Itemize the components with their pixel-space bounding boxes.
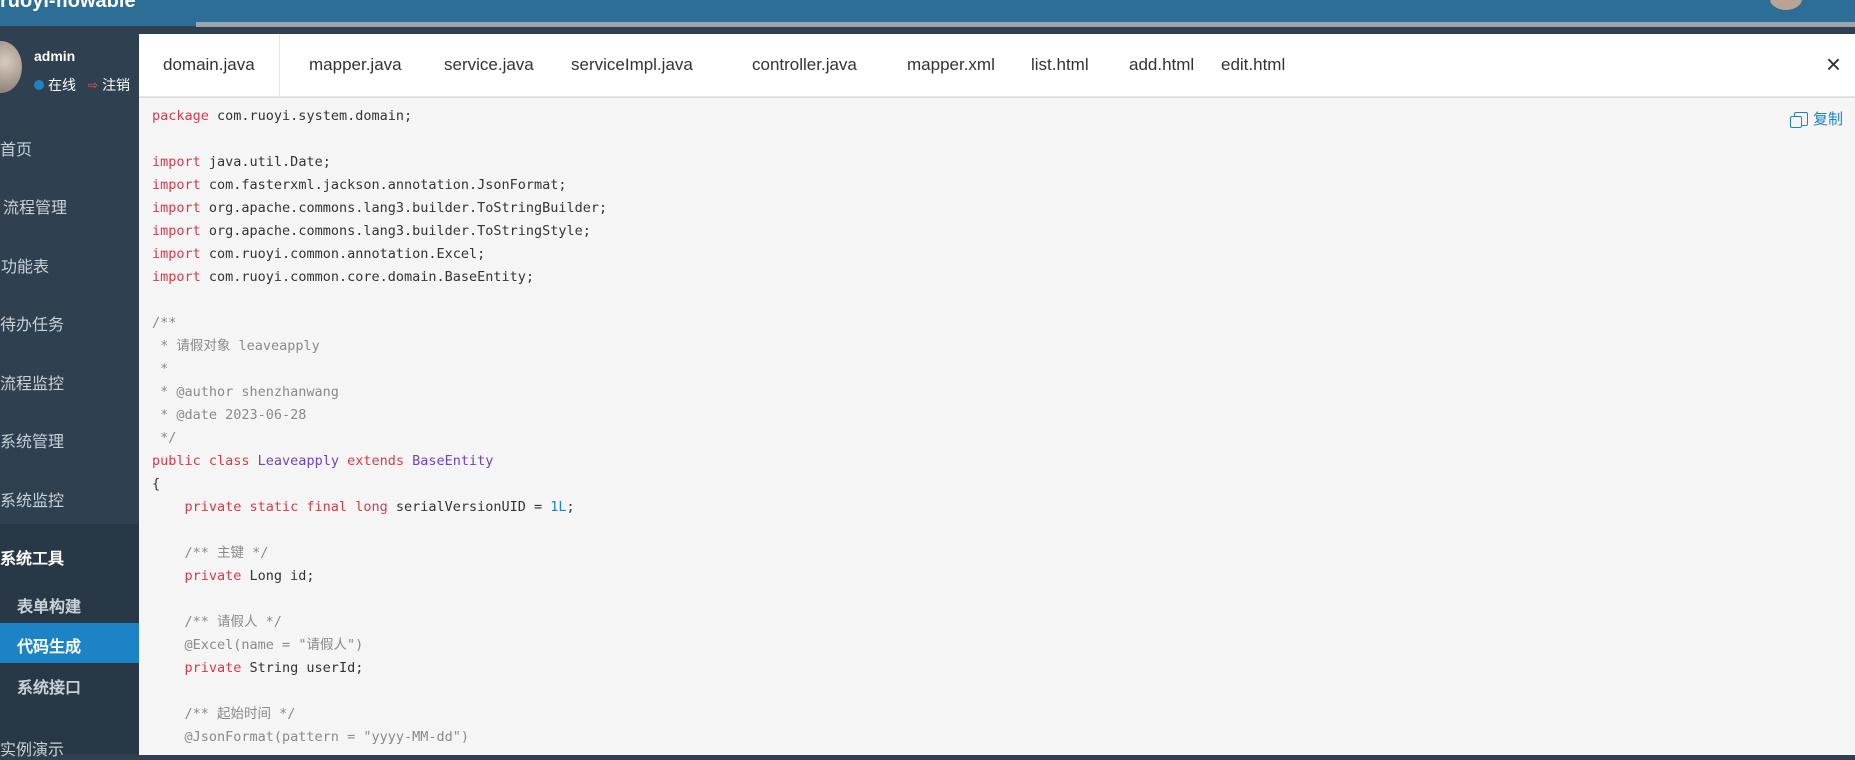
code-text: serialVersionUID =: [387, 499, 551, 515]
tab-list-html[interactable]: list.html: [1007, 34, 1113, 96]
code-text: com.fasterxml.jackson.annotation.JsonFor…: [200, 177, 567, 193]
code-keyword: private: [152, 568, 242, 584]
code-line: @JsonFormat(pattern = "yyyy-MM-dd"): [152, 726, 470, 749]
code-line: import com.fasterxml.jackson.annotation.…: [152, 174, 567, 197]
code-class-name: BaseEntity: [412, 453, 494, 469]
code-line: package com.ruoyi.system.domain;: [152, 105, 412, 128]
code-comment: * @author shenzhanwang: [152, 384, 339, 400]
sidebar-item-system-manage[interactable]: 系统管理: [0, 428, 64, 452]
code-line: private Long id;: [152, 565, 315, 588]
sidebar-item-feature-table[interactable]: 功能表: [1, 253, 49, 277]
logout-icon[interactable]: ⇨: [88, 78, 98, 92]
code-comment: /**: [152, 315, 177, 331]
status-label: 在线: [48, 77, 76, 93]
code-line: import com.ruoyi.common.annotation.Excel…: [152, 243, 485, 266]
code-comment: /** 主键 */: [152, 545, 269, 561]
code-keyword: public class: [152, 453, 258, 469]
sidebar-item-label: 代码生成: [17, 639, 82, 656]
code-keyword: extends: [338, 453, 413, 469]
code-line: @Excel(name = "请假人"): [152, 634, 364, 657]
code-text: Long id;: [241, 568, 315, 584]
code-comment: */: [152, 430, 177, 446]
code-line: public class Leaveapply extends BaseEnti…: [152, 450, 493, 473]
code-text: com.ruoyi.system.domain;: [208, 108, 413, 124]
avatar: [0, 41, 22, 93]
tab-mapper-xml[interactable]: mapper.xml: [883, 34, 1019, 96]
code-comment: /** 起始时间 */: [152, 706, 296, 722]
code-text: String userId;: [241, 660, 364, 676]
sidebar-item-form-builder[interactable]: 表单构建: [0, 583, 139, 623]
tab-serviceimpl-java[interactable]: serviceImpl.java: [547, 34, 717, 96]
sidebar-item-todo-tasks[interactable]: 待办任务: [0, 311, 64, 335]
code-line: private static final long serialVersionU…: [152, 496, 575, 519]
tab-edit-html[interactable]: edit.html: [1197, 34, 1309, 96]
sidebar-item-label: 表单构建: [17, 599, 82, 616]
code-line: {: [152, 476, 161, 492]
code-keyword: import: [152, 269, 201, 285]
sidebar: admin 在线 ⇨ 注销 首页 流程管理 功能表 待办任务 流程监控 系统管理…: [0, 26, 139, 759]
code-text: java.util.Date;: [200, 154, 331, 170]
code-string: "请假人": [298, 637, 356, 653]
code-line: import java.util.Date;: [152, 151, 331, 174]
sidebar-item-system-monitor[interactable]: 系统监控: [0, 487, 64, 511]
code-keyword: import: [152, 246, 201, 262]
tab-service-java[interactable]: service.java: [420, 34, 558, 96]
code-annotation: ): [460, 729, 470, 745]
code-comment: * @date 2023-06-28: [152, 407, 307, 423]
file-tabs: domain.java mapper.java service.java ser…: [139, 34, 1855, 97]
code-text: ;: [566, 499, 575, 515]
sidebar-item-code-gen[interactable]: 代码生成: [0, 623, 139, 663]
user-status: 在线 ⇨ 注销: [34, 75, 130, 95]
tab-mapper-java[interactable]: mapper.java: [285, 34, 426, 96]
code-keyword: private: [152, 660, 242, 676]
code-preview-modal: domain.java mapper.java service.java ser…: [139, 34, 1855, 755]
app-brand: ruoyi-flowable: [0, 0, 136, 12]
code-text: org.apache.commons.lang3.builder.ToStrin…: [200, 223, 591, 239]
code-class-name: Leaveapply: [257, 453, 339, 469]
code-line: import org.apache.commons.lang3.builder.…: [152, 220, 591, 243]
code-text: com.ruoyi.common.core.domain.BaseEntity;: [200, 269, 535, 285]
tab-domain-java[interactable]: domain.java: [139, 34, 280, 96]
sidebar-item-label: 系统接口: [17, 680, 82, 697]
code-keyword: package: [152, 108, 209, 124]
close-icon[interactable]: ×: [1826, 49, 1841, 79]
tab-controller-java[interactable]: controller.java: [728, 34, 881, 96]
code-string: "yyyy-MM-dd": [363, 729, 461, 745]
logout-link[interactable]: 注销: [102, 75, 130, 95]
sidebar-item-home[interactable]: 首页: [0, 136, 32, 160]
copy-button[interactable]: 复制: [1789, 108, 1843, 129]
tab-strip: [196, 22, 1855, 27]
code-keyword: private static final long: [152, 499, 388, 515]
user-name: admin: [34, 48, 76, 64]
code-text: com.ruoyi.common.annotation.Excel;: [200, 246, 486, 262]
code-keyword: import: [152, 223, 201, 239]
code-comment: *: [152, 361, 169, 377]
code-keyword: import: [152, 154, 201, 170]
code-keyword: import: [152, 200, 201, 216]
online-dot-icon: [34, 80, 44, 90]
code-number: 1L: [550, 499, 567, 515]
code-line: import org.apache.commons.lang3.builder.…: [152, 197, 607, 220]
code-line: private String userId;: [152, 657, 364, 680]
sidebar-item-system-tools[interactable]: 系统工具: [0, 545, 64, 569]
sidebar-item-flow-monitor[interactable]: 流程监控: [0, 370, 64, 394]
code-comment: * 请假对象 leaveapply: [152, 338, 320, 354]
code-annotation: ): [355, 637, 364, 653]
top-header: ruoyi-flowable: [0, 0, 1855, 27]
code-annotation: @Excel(name =: [152, 637, 299, 653]
copy-label: 复制: [1812, 111, 1843, 128]
code-text: org.apache.commons.lang3.builder.ToStrin…: [200, 200, 608, 216]
copy-icon: [1789, 111, 1808, 128]
code-line: import com.ruoyi.common.core.domain.Base…: [152, 266, 534, 289]
sidebar-item-demo[interactable]: 实例演示: [0, 736, 64, 760]
header-avatar[interactable]: [1770, 0, 1802, 10]
code-keyword: import: [152, 177, 201, 193]
code-annotation: @JsonFormat(pattern =: [152, 729, 364, 745]
code-block: 复制 package com.ruoyi.system.domain; impo…: [139, 97, 1855, 755]
sidebar-item-system-api[interactable]: 系统接口: [0, 664, 139, 704]
sidebar-item-flow-manage[interactable]: 流程管理: [3, 194, 67, 218]
code-comment: /** 请假人 */: [152, 614, 282, 630]
